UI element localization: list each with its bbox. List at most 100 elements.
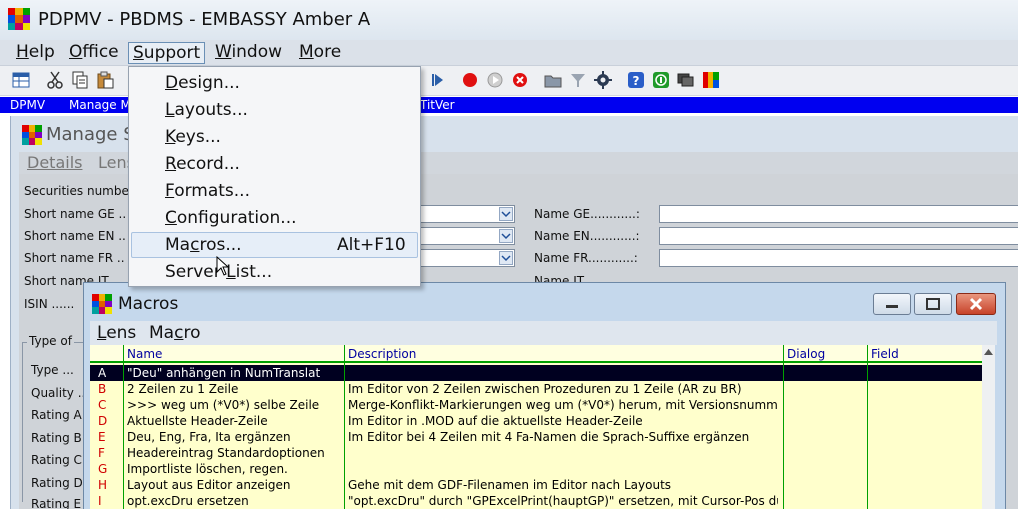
label-rating-c: Rating C [31, 453, 82, 467]
chevron-down-icon[interactable] [499, 251, 513, 265]
short-name-en-select[interactable] [419, 227, 515, 245]
menu-window[interactable]: Window [211, 42, 286, 64]
label-rating-e: Rating E [31, 497, 82, 509]
row-description: Im Editor in .MOD auf die aktuellste Hea… [348, 414, 643, 428]
short-name-ge-select[interactable] [419, 205, 515, 223]
table-row[interactable]: D Aktuellste Header-Zeile Im Editor in .MO… [90, 413, 982, 429]
name-en-field[interactable] [659, 227, 1018, 245]
chevron-down-icon[interactable] [499, 207, 513, 221]
label-text: esign... [178, 73, 240, 93]
menu-item-design[interactable]: Design... [131, 71, 418, 97]
table-row[interactable]: A "Deu" anhängen in NumTranslat [90, 365, 982, 381]
label-prefix: Ma [165, 235, 191, 255]
row-name: >>> weg um (*V0*) selbe Zeile [127, 398, 320, 412]
play-icon[interactable] [428, 71, 446, 89]
short-name-fr-select[interactable] [419, 249, 515, 267]
label-short-name-fr: Short name FR .. [24, 251, 125, 265]
row-description: Im Editor bei 4 Zeilen mit 4 Fa-Namen di… [348, 430, 750, 444]
vertical-scrollbar[interactable] [982, 345, 995, 509]
name-fr-field[interactable] [659, 249, 1018, 267]
column-dialog[interactable]: Dialog [787, 347, 825, 361]
table-row[interactable]: G Importliste löschen, regen. [90, 461, 982, 477]
cancel-icon[interactable] [511, 71, 529, 89]
filter-icon[interactable] [569, 71, 587, 89]
menu-support[interactable]: Support [128, 42, 206, 64]
label-quality: Quality .. [31, 386, 86, 400]
help-icon[interactable]: ? [627, 71, 645, 89]
status-strip-mid: Manage M [69, 98, 131, 112]
support-dropdown-menu: Design... Layouts... Keys... Record... F… [128, 66, 421, 287]
chevron-down-icon[interactable] [499, 229, 513, 243]
maximize-icon [926, 298, 940, 310]
row-name: "Deu" anhängen in NumTranslat [127, 366, 321, 380]
gear-icon[interactable] [594, 71, 612, 89]
menu-item-server-list[interactable]: Server List... [131, 260, 418, 286]
menu-more[interactable]: More [295, 42, 345, 64]
paste-icon[interactable] [96, 71, 114, 89]
label-name-ge: Name GE............: [534, 207, 640, 221]
cut-icon[interactable] [46, 71, 64, 89]
menu-item-macros-label: Macros... [165, 233, 242, 258]
column-description[interactable]: Description [348, 347, 416, 361]
close-button[interactable] [956, 293, 996, 315]
menu-help[interactable]: Help [12, 42, 59, 64]
label-rating-b: Rating B [31, 431, 82, 445]
menu-item-formats-label: Formats... [165, 179, 250, 204]
manage-menu-details[interactable]: Details [27, 153, 82, 172]
windows-icon[interactable] [677, 71, 695, 89]
menu-item-layouts[interactable]: Layouts... [131, 98, 418, 124]
menu-help-mnemonic: H [16, 42, 29, 62]
stop-icon[interactable] [486, 71, 504, 89]
copy-icon[interactable] [71, 71, 89, 89]
menu-item-keys[interactable]: Keys... [131, 125, 418, 151]
menu-item-formats[interactable]: Formats... [131, 179, 418, 205]
macros-menu-lens-label: ens [106, 323, 137, 343]
menu-item-configuration[interactable]: Configuration... [131, 206, 418, 232]
row-name: opt.excDru ersetzen [127, 494, 249, 508]
row-key: F [98, 446, 105, 460]
menu-item-record[interactable]: Record... [131, 152, 418, 178]
minimize-button[interactable] [873, 293, 911, 315]
window-title: PDPMV - PBDMS - EMBASSY Amber A [38, 9, 371, 30]
menu-item-keys-label: Keys... [165, 125, 221, 150]
scroll-up-icon[interactable] [982, 345, 995, 359]
macros-menu-macro[interactable]: Macro [149, 323, 200, 343]
label-type: Type ... [31, 363, 74, 377]
mnemonic: K [165, 127, 176, 147]
menu-help-label: elp [28, 42, 55, 62]
label-text: ist... [235, 262, 273, 282]
maximize-button[interactable] [914, 293, 952, 315]
table-row[interactable]: Iopt.excDru ersetzen "opt.excDru" durch "… [90, 493, 982, 509]
folder-icon[interactable] [544, 71, 562, 89]
menu-support-label: upport [143, 43, 201, 63]
mnemonic: D [165, 73, 179, 93]
table-row[interactable]: H Layout aus Editor anzeigen Gehe mit dem … [90, 477, 982, 493]
record-icon[interactable] [461, 71, 479, 89]
column-divider [867, 345, 868, 509]
logo-icon[interactable] [702, 71, 720, 89]
row-description: Merge-Konflikt-Markierungen weg um (*V0*… [348, 398, 778, 412]
name-ge-field[interactable] [659, 205, 1018, 223]
macros-menu-lens[interactable]: Lens [97, 323, 136, 343]
table-row[interactable]: B 2 Zeilen zu 1 Zeile Im Editor von 2 Zeil… [90, 381, 982, 397]
menu-office[interactable]: Office [65, 42, 123, 64]
title-bar: PDPMV - PBDMS - EMBASSY Amber A [0, 0, 1018, 40]
table-row[interactable]: F Headereintrag Standardoptionen [90, 445, 982, 461]
row-key: A [98, 366, 107, 380]
row-key: H [98, 478, 108, 492]
row-description: Gehe mit dem GDF-Filenamen im Editor nac… [348, 478, 672, 492]
menu-item-macros[interactable]: Macros... Alt+F10 [131, 232, 418, 258]
info-icon[interactable] [652, 71, 670, 89]
label-securities-number: Securities numbe [24, 184, 129, 198]
column-field[interactable]: Field [871, 347, 899, 361]
table-row[interactable]: C >>> weg um (*V0*) selbe Zeile Merge-Konf… [90, 397, 982, 413]
mnemonic: F [165, 181, 175, 201]
grid-icon[interactable] [12, 71, 30, 89]
app-logo-icon [8, 8, 30, 30]
mouse-cursor-icon [216, 256, 230, 276]
column-name[interactable]: Name [127, 347, 162, 361]
macros-window: Macros Lens Macro Name Description Dialo… [83, 282, 1006, 509]
row-name: Importliste löschen, regen. [127, 462, 288, 476]
table-row[interactable]: E Deu, Eng, Fra, Ita ergänzen Im Editor be… [90, 429, 982, 445]
label-text: ecord... [176, 154, 240, 174]
